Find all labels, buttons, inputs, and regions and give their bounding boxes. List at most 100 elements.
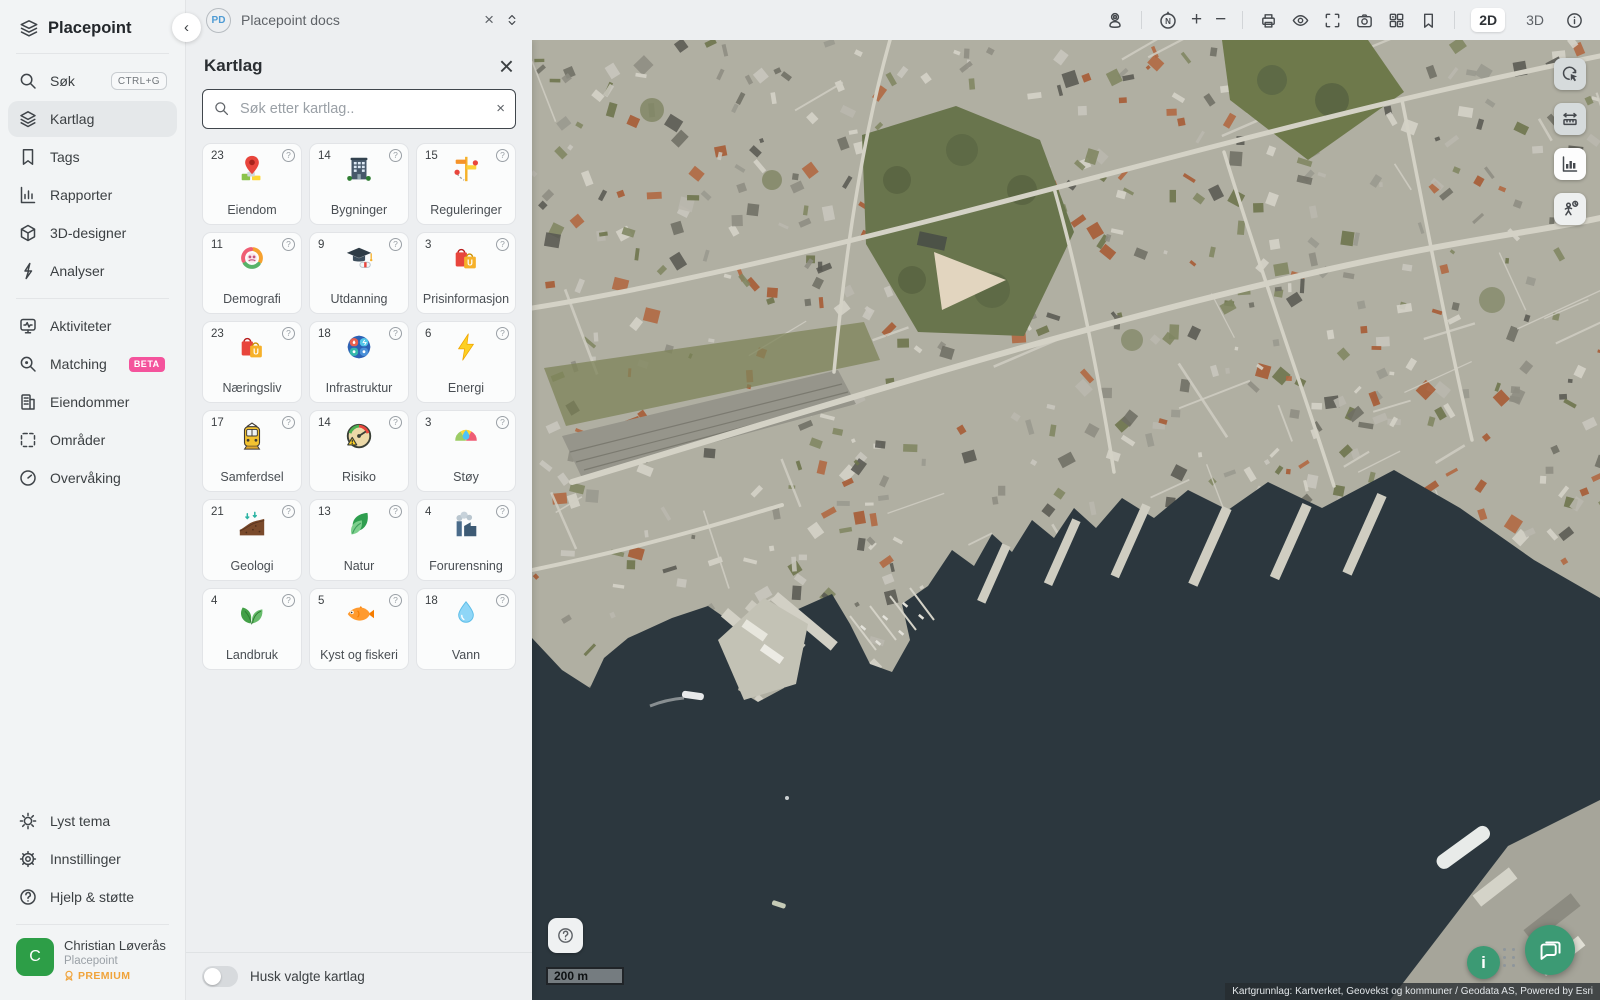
sidebar-item-eiendommer[interactable]: Eiendommer — [8, 384, 177, 420]
dashed-area-icon — [18, 430, 38, 450]
category-card-energi[interactable]: 6 ? Energi — [416, 321, 516, 403]
card-help-icon[interactable]: ? — [496, 238, 509, 251]
sun-icon — [18, 811, 38, 831]
sidebar-item-omrader[interactable]: Områder — [8, 422, 177, 458]
sidebar-item-innstillinger[interactable]: Innstillinger — [8, 841, 177, 877]
card-help-icon[interactable]: ? — [496, 149, 509, 162]
category-card-naeringsliv[interactable]: 23 ? U Næringsliv — [202, 321, 302, 403]
card-help-icon[interactable]: ? — [389, 416, 402, 429]
sidebar-item-label: Overvåking — [50, 470, 121, 486]
remember-layers-toggle[interactable] — [202, 966, 238, 987]
activity-monitor-icon — [18, 316, 38, 336]
lightning-bolt-icon — [448, 332, 484, 362]
document-tab[interactable]: PD Placepoint docs × — [186, 8, 532, 33]
sidebar-item-tags[interactable]: Tags — [8, 139, 177, 175]
tab-switch-icon[interactable] — [504, 12, 520, 28]
sidebar-item-hjelp[interactable]: Hjelp & støtte — [8, 879, 177, 915]
sidebar-item-kartlag[interactable]: Kartlag — [8, 101, 177, 137]
map-canvas[interactable]: 200 m Kartgrunnlag: Kartverket, Geovekst… — [532, 40, 1600, 1000]
sidebar-item-lyst-tema[interactable]: Lyst tema — [8, 803, 177, 839]
tab-close-icon[interactable]: × — [484, 10, 494, 30]
category-card-infrastruktur[interactable]: 18 ? Infrastruktur — [309, 321, 409, 403]
user-profile[interactable]: C Christian Løverås Placepoint PREMIUM — [0, 925, 185, 1000]
sidebar-item-label: Eiendommer — [50, 394, 129, 410]
sidebar-item-overvaking[interactable]: Overvåking — [8, 460, 177, 496]
card-help-icon[interactable]: ? — [389, 149, 402, 162]
category-card-eiendom[interactable]: 23 ? Eiendom — [202, 143, 302, 225]
card-help-icon[interactable]: ? — [496, 594, 509, 607]
map-help-button[interactable] — [548, 918, 583, 953]
category-card-utdanning[interactable]: 9 ? Utdanning — [309, 232, 409, 314]
panel-footer: Husk valgte kartlag — [186, 952, 532, 1000]
sidebar-nav-tertiary: Lyst tema Innstillinger Hjelp & støtte — [0, 794, 185, 924]
category-card-prisinformasjon[interactable]: 3 ? U Prisinformasjon — [416, 232, 516, 314]
user-avatar[interactable]: C — [16, 938, 54, 976]
card-help-icon[interactable]: ? — [389, 238, 402, 251]
print-icon[interactable] — [1259, 11, 1278, 30]
visibility-icon[interactable] — [1291, 11, 1310, 30]
category-label: Utdanning — [331, 292, 388, 306]
card-help-icon[interactable]: ? — [496, 416, 509, 429]
map-info-button[interactable]: i — [1467, 946, 1500, 979]
sidebar-item-rapporter[interactable]: Rapporter — [8, 177, 177, 213]
category-card-natur[interactable]: 13 ? Natur — [309, 499, 409, 581]
mode-3d-button[interactable]: 3D — [1518, 8, 1552, 32]
map-pin-icon — [234, 154, 270, 184]
zoom-out-icon[interactable]: − — [1215, 9, 1226, 31]
category-label: Forurensning — [429, 559, 503, 573]
chat-button[interactable] — [1525, 925, 1575, 975]
sidebar-item-sok[interactable]: Søk CTRL+G — [8, 63, 177, 99]
sidebar-item-analyser[interactable]: Analyser — [8, 253, 177, 289]
card-help-icon[interactable]: ? — [496, 505, 509, 518]
card-help-icon[interactable]: ? — [282, 149, 295, 162]
category-card-kyst-og-fiskeri[interactable]: 5 ? Kyst og fiskeri — [309, 588, 409, 670]
toggle-knob — [204, 968, 221, 985]
bookmark-icon[interactable] — [1419, 11, 1438, 30]
sidebar-item-label: Tags — [50, 149, 80, 165]
card-help-icon[interactable]: ? — [282, 505, 295, 518]
map-tool-chart-button[interactable] — [1554, 148, 1586, 180]
qr-code-icon[interactable] — [1387, 11, 1406, 30]
category-card-landbruk[interactable]: 4 ? Landbruk — [202, 588, 302, 670]
category-card-reguleringer[interactable]: 15 ? Reguleringer — [416, 143, 516, 225]
card-help-icon[interactable]: ? — [282, 416, 295, 429]
collapse-panel-button[interactable]: ‹ — [172, 13, 201, 42]
category-card-vann[interactable]: 18 ? Vann — [416, 588, 516, 670]
search-icon — [213, 100, 230, 117]
fullscreen-icon[interactable] — [1323, 11, 1342, 30]
layer-count: 4 — [211, 595, 217, 607]
card-help-icon[interactable]: ? — [389, 327, 402, 340]
category-card-stoy[interactable]: 3 ? Støy — [416, 410, 516, 492]
clear-search-icon[interactable]: × — [496, 100, 505, 117]
close-panel-icon[interactable]: × — [499, 56, 514, 77]
help-circle-icon — [18, 887, 38, 907]
search-input[interactable] — [238, 100, 488, 118]
screenshot-camera-icon[interactable] — [1355, 11, 1374, 30]
info-icon[interactable] — [1565, 11, 1584, 30]
category-card-forurensning[interactable]: 4 ? Forurensning — [416, 499, 516, 581]
card-help-icon[interactable]: ? — [389, 505, 402, 518]
sidebar-item-matching[interactable]: Matching BETA — [8, 346, 177, 382]
category-card-demografi[interactable]: 11 ? Demografi — [202, 232, 302, 314]
category-label: Bygninger — [331, 203, 387, 217]
sidebar-item-aktiviteter[interactable]: Aktiviteter — [8, 308, 177, 344]
drag-handle-dots[interactable] — [1503, 948, 1516, 967]
category-card-risiko[interactable]: 14 ? Risiko — [309, 410, 409, 492]
card-help-icon[interactable]: ? — [496, 327, 509, 340]
compass-icon[interactable]: N — [1158, 9, 1178, 31]
sidebar-item-label: Aktiviteter — [50, 318, 111, 334]
category-card-samferdsel[interactable]: 17 ? Samferdsel — [202, 410, 302, 492]
mode-2d-button[interactable]: 2D — [1471, 8, 1505, 32]
card-help-icon[interactable]: ? — [389, 594, 402, 607]
category-card-bygninger[interactable]: 14 ? Bygninger — [309, 143, 409, 225]
card-help-icon[interactable]: ? — [282, 327, 295, 340]
category-card-geologi[interactable]: 21 ? Geologi — [202, 499, 302, 581]
card-help-icon[interactable]: ? — [282, 238, 295, 251]
zoom-in-icon[interactable]: + — [1191, 9, 1202, 31]
map-tool-measure-button[interactable] — [1554, 103, 1586, 135]
sidebar-item-3d-designer[interactable]: 3D-designer — [8, 215, 177, 251]
streetview-icon[interactable] — [1105, 10, 1125, 30]
map-tool-select-button[interactable] — [1554, 58, 1586, 90]
card-help-icon[interactable]: ? — [282, 594, 295, 607]
map-tool-traveltime-button[interactable] — [1554, 193, 1586, 225]
